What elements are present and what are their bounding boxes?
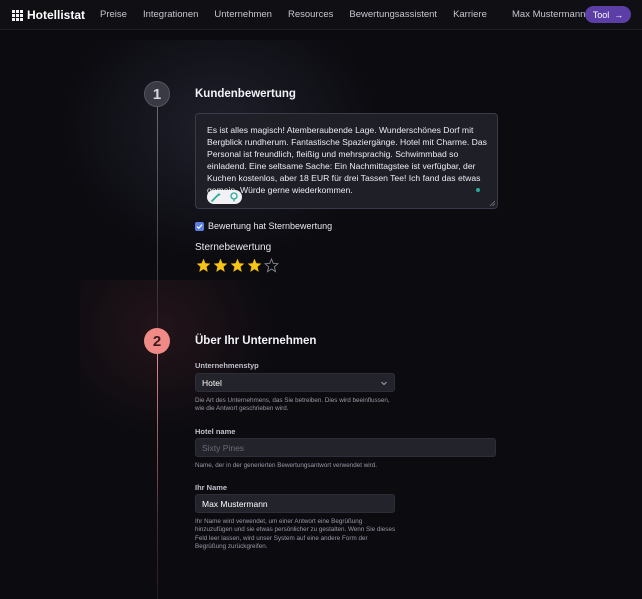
has-stars-row[interactable]: Bewertung hat Sternbewertung: [195, 221, 332, 231]
nav-link-karriere[interactable]: Karriere: [453, 9, 487, 20]
nav-link-unternehmen[interactable]: Unternehmen: [214, 9, 272, 20]
review-text: Es ist alles magisch! Atemberaubende Lag…: [207, 125, 487, 195]
nav-link-resources[interactable]: Resources: [288, 9, 333, 20]
step-1-badge: 1: [144, 81, 170, 107]
stars-label: Sternebewertung: [195, 242, 272, 253]
brand-name: Hotellistat: [27, 8, 86, 22]
nav-link-integrationen[interactable]: Integrationen: [143, 9, 198, 20]
has-stars-label: Bewertung hat Sternbewertung: [208, 221, 333, 231]
timeline-line-2: [157, 354, 158, 599]
chevron-down-icon: [381, 381, 387, 386]
section-title-review: Kundenbewertung: [195, 88, 296, 100]
resize-grip-icon[interactable]: [489, 200, 495, 206]
star-filled-icon[interactable]: [196, 258, 211, 273]
star-filled-icon[interactable]: [213, 258, 228, 273]
background-glow-2: [80, 280, 280, 440]
nav-link-bewertungsassistent[interactable]: Bewertungsassistent: [349, 9, 437, 20]
hotel-name-input[interactable]: Sixty Pines: [195, 438, 496, 457]
user-name[interactable]: Max Mustermann: [512, 9, 585, 20]
business-type-help: Die Art des Unternehmens, das Sie betrei…: [195, 397, 390, 413]
nav-links: Preise Integrationen Unternehmen Resourc…: [100, 9, 503, 20]
business-type-label: Unternehmenstyp: [195, 361, 259, 370]
magic-wand-icon[interactable]: [210, 192, 222, 202]
nav-link-preise[interactable]: Preise: [100, 9, 127, 20]
grammar-indicator-icon: [476, 188, 480, 192]
brand[interactable]: Hotellistat: [12, 8, 85, 22]
timeline-line-1: [157, 106, 158, 328]
review-tools[interactable]: [207, 190, 242, 204]
has-stars-checkbox[interactable]: [195, 221, 204, 231]
lightbulb-icon[interactable]: [229, 192, 239, 202]
star-rating[interactable]: [196, 258, 281, 273]
business-type-select[interactable]: Hotel: [195, 373, 395, 392]
top-nav: Hotellistat Preise Integrationen Unterne…: [0, 0, 642, 30]
your-name-label: Ihr Name: [195, 483, 228, 492]
business-type-value: Hotel: [202, 377, 222, 388]
checkmark-icon: [196, 223, 203, 229]
star-filled-icon[interactable]: [230, 258, 245, 273]
your-name-input[interactable]: Max Mustermann: [195, 494, 395, 513]
hotel-name-label: Hotel name: [195, 427, 236, 436]
logo-icon: [12, 9, 23, 21]
tool-button-label: Tool: [592, 9, 610, 20]
your-name-help: Ihr Name wird verwendet, um einer Antwor…: [195, 518, 396, 550]
arrow-right-icon: →: [614, 9, 624, 20]
hotel-name-help: Name, der in der generierten Bewertungsa…: [195, 462, 378, 469]
tool-button[interactable]: Tool →: [585, 6, 631, 23]
review-textarea[interactable]: Es ist alles magisch! Atemberaubende Lag…: [195, 113, 498, 209]
star-empty-icon[interactable]: [264, 258, 279, 273]
section-title-business: Über Ihr Unternehmen: [195, 335, 317, 347]
star-filled-icon[interactable]: [247, 258, 262, 273]
step-2-badge: 2: [144, 328, 170, 354]
